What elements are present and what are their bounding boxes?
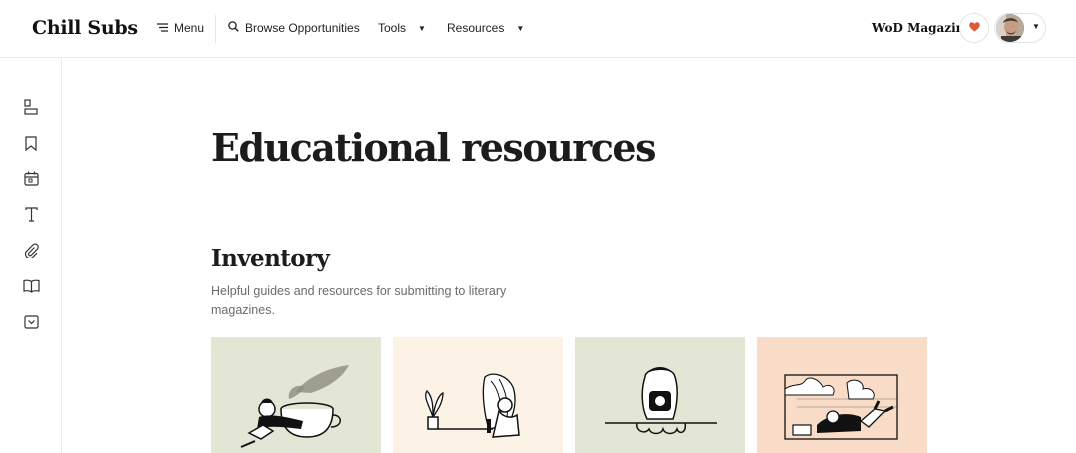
resources-dropdown[interactable]: Resources ▼ bbox=[447, 21, 524, 35]
logo[interactable]: Chill Subs bbox=[32, 17, 138, 39]
menu-button[interactable]: Menu bbox=[157, 21, 204, 35]
resources-label: Resources bbox=[447, 21, 505, 35]
person-with-plants-illustration bbox=[425, 373, 520, 438]
person-with-laptop-illustration bbox=[784, 374, 898, 440]
person-lying-on-cup-illustration bbox=[240, 365, 349, 448]
favorites-button[interactable] bbox=[959, 13, 989, 43]
heart-icon bbox=[968, 19, 980, 37]
book-icon[interactable] bbox=[22, 277, 40, 295]
resource-card[interactable] bbox=[393, 337, 563, 453]
calendar-icon[interactable] bbox=[22, 169, 40, 187]
left-sidebar bbox=[0, 58, 62, 453]
caret-down-icon: ▼ bbox=[1032, 22, 1040, 31]
resource-card[interactable] bbox=[757, 337, 927, 453]
resource-card[interactable] bbox=[211, 337, 381, 453]
dashboard-icon[interactable] bbox=[22, 98, 40, 116]
bookmark-icon[interactable] bbox=[22, 134, 40, 152]
tools-dropdown[interactable]: Tools ▼ bbox=[378, 21, 426, 35]
text-icon[interactable] bbox=[22, 205, 40, 223]
caret-down-icon: ▼ bbox=[418, 23, 426, 33]
menu-label: Menu bbox=[174, 21, 205, 35]
account-menu-button[interactable]: ▼ bbox=[994, 13, 1046, 43]
inbox-icon[interactable] bbox=[22, 313, 40, 331]
section-title: Inventory bbox=[211, 245, 330, 272]
paperclip-icon[interactable] bbox=[22, 241, 40, 259]
search-icon bbox=[228, 21, 239, 35]
magazine-name[interactable]: WoD Magazine bbox=[872, 21, 972, 35]
resource-card[interactable] bbox=[575, 337, 745, 453]
menu-lines-icon bbox=[157, 21, 168, 35]
caret-down-icon: ▼ bbox=[516, 23, 525, 33]
person-with-phone-illustration bbox=[605, 367, 717, 435]
tools-label: Tools bbox=[378, 21, 407, 35]
browse-opportunities-link[interactable]: Browse Opportunities bbox=[228, 21, 360, 35]
avatar bbox=[996, 14, 1024, 42]
browse-label: Browse Opportunities bbox=[245, 21, 360, 35]
nav-divider bbox=[215, 15, 216, 43]
top-header: Chill Subs Menu Browse Opportunities Too… bbox=[0, 0, 1076, 58]
section-description: Helpful guides and resources for submitt… bbox=[211, 284, 507, 317]
page-title: Educational resources bbox=[211, 125, 656, 170]
